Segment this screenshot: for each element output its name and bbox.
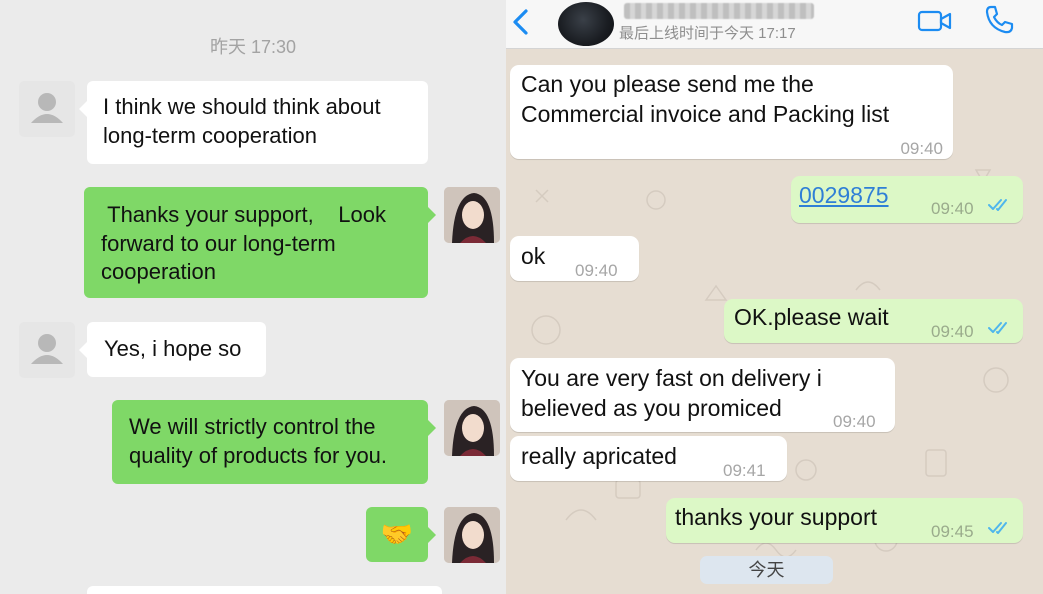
person-placeholder-icon [31, 334, 63, 364]
message-text: Thanks your support, Look forward to our… [101, 202, 386, 284]
message-text: thanks your support [675, 504, 878, 530]
message-text-line: You are very fast on delivery i [521, 365, 822, 391]
phone-icon[interactable] [983, 4, 1015, 36]
day-separator: 今天 [700, 556, 833, 584]
message-time: 09:40 [931, 199, 974, 218]
double-check-read-icon [988, 322, 1007, 334]
chevron-left-icon[interactable] [508, 6, 538, 38]
handshake-emoji: 🤝 [380, 519, 414, 549]
user-avatar-photo[interactable] [444, 400, 500, 456]
message-bubble-outgoing[interactable]: 0029875 09:40 [791, 176, 1023, 223]
message-time: 09:40 [931, 322, 974, 341]
person-placeholder-icon [31, 93, 63, 123]
last-seen-status: 最后上线时间于今天 17:17 [619, 25, 796, 42]
chat-timestamp: 昨天 17:30 [209, 37, 297, 57]
user-avatar-photo[interactable] [444, 187, 500, 243]
message-bubble-incoming[interactable]: really apricated 09:41 [510, 436, 787, 481]
message-text-line: Commercial invoice and Packing list [521, 101, 890, 127]
video-camera-icon[interactable] [917, 8, 953, 34]
double-check-read-icon [988, 199, 1007, 211]
contact-avatar-default[interactable] [19, 322, 75, 378]
message-bubble-outgoing-emoji[interactable]: 🤝 [366, 507, 436, 562]
message-bubble-outgoing[interactable]: Thanks your support, Look forward to our… [84, 187, 436, 298]
contact-avatar[interactable] [558, 2, 614, 46]
message-text: Yes, i hope so [104, 336, 242, 361]
message-time: 09:40 [900, 139, 943, 158]
message-time: 09:40 [575, 261, 618, 280]
message-time: 09:45 [931, 522, 974, 541]
message-bubble-incoming[interactable]: Can you please send me the Commercial in… [510, 65, 953, 159]
message-text: I think we should think about long-term … [103, 94, 381, 148]
contact-name-redacted[interactable] [624, 3, 814, 19]
message-bubble-incoming[interactable]: You are very fast on delivery i believed… [510, 358, 895, 432]
message-time: 09:41 [723, 461, 766, 480]
message-bubble-incoming[interactable]: Yes, i hope so [79, 322, 266, 377]
message-bubble-incoming[interactable]: I think we should think about long-term … [79, 81, 428, 164]
user-avatar-photo[interactable] [444, 507, 500, 563]
message-bubble-incoming[interactable]: ok 09:40 [510, 236, 639, 281]
whatsapp-chat-pane: 最后上线时间于今天 17:17 Can you please send me t… [506, 0, 1043, 594]
message-bubble-outgoing[interactable]: OK.please wait 09:40 [724, 299, 1023, 343]
message-bubble-incoming-partial[interactable] [87, 586, 442, 594]
message-bubble-outgoing[interactable]: We will strictly control the quality of … [112, 400, 436, 484]
user-portrait-image [444, 400, 500, 456]
message-text: ok [521, 243, 546, 269]
message-time: 09:40 [833, 412, 876, 431]
wechat-chat-pane: 昨天 17:30 I think we should think about l… [0, 0, 506, 594]
message-text-line: Can you please send me the [521, 71, 814, 97]
contact-avatar-default[interactable] [19, 81, 75, 137]
message-bubble-outgoing[interactable]: thanks your support 09:45 [666, 498, 1023, 543]
message-link[interactable]: 0029875 [799, 180, 889, 210]
message-text: We will strictly control the quality of … [129, 414, 388, 468]
message-text: really apricated [521, 443, 677, 469]
message-text: OK.please wait [734, 304, 889, 330]
chat-header: 最后上线时间于今天 17:17 [506, 0, 1043, 49]
user-portrait-image [444, 507, 500, 563]
message-text-line: believed as you promiced [521, 395, 782, 421]
user-portrait-image [444, 187, 500, 243]
double-check-read-icon [988, 522, 1007, 534]
